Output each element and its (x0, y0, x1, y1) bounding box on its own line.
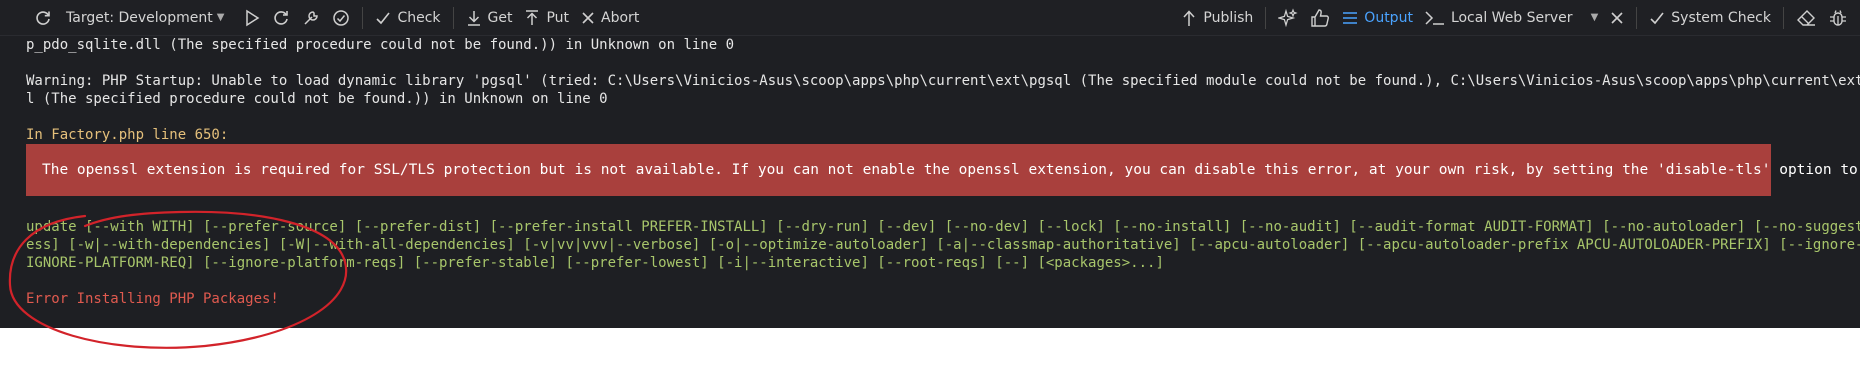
output-label: Output (1364, 9, 1413, 26)
system-check-button[interactable]: System Check (1643, 0, 1777, 36)
feedback-button[interactable] (1304, 0, 1336, 36)
thumbs-up-icon (1310, 8, 1330, 28)
target-dropdown[interactable]: Target: Development ▼ (58, 0, 230, 36)
put-button[interactable]: Put (518, 0, 575, 36)
tools-button[interactable] (296, 0, 326, 36)
terminal-icon (1425, 10, 1445, 26)
bug-icon (1828, 8, 1848, 28)
close-icon (1610, 11, 1624, 25)
run-icon (244, 9, 260, 27)
download-icon (466, 10, 482, 26)
local-web-server-label: Local Web Server (1450, 9, 1573, 26)
upload-icon (524, 9, 540, 26)
usage-line: IGNORE-PLATFORM-REQ] [--ignore-platform-… (26, 255, 1164, 271)
refresh-button[interactable] (0, 0, 58, 36)
toolbar: Target: Development ▼ Check Get Put Abor… (0, 0, 1860, 36)
clear-output-button[interactable] (1790, 0, 1822, 36)
output-line: Warning: PHP Startup: Unable to load dyn… (26, 73, 1860, 89)
check-circle-icon (332, 9, 350, 27)
close-icon (581, 11, 595, 25)
error-banner: The openssl extension is required for SS… (26, 144, 1858, 196)
output-line: l (The specified procedure could not be … (26, 91, 608, 107)
put-label: Put (546, 9, 570, 26)
toolbar-divider (362, 6, 364, 29)
error-message: Error Installing PHP Packages! (26, 291, 279, 307)
eraser-icon (1796, 9, 1816, 27)
error-location-heading: In Factory.php line 650: (26, 127, 229, 143)
output-console[interactable]: p_pdo_sqlite.dll (The specified procedur… (0, 36, 1860, 328)
refresh-icon (34, 9, 52, 27)
check-label: Check (397, 9, 441, 26)
output-line: p_pdo_sqlite.dll (The specified procedur… (26, 37, 735, 53)
debug-button[interactable] (1822, 0, 1860, 36)
get-button[interactable]: Get (460, 0, 519, 36)
upload-icon (1181, 9, 1197, 27)
publish-label: Publish (1203, 9, 1254, 26)
publish-button[interactable]: Publish (1175, 0, 1259, 36)
toolbar-divider (1636, 6, 1638, 29)
check-icon (375, 10, 391, 26)
list-icon (1342, 10, 1358, 26)
check-icon (1649, 10, 1665, 26)
output-button[interactable]: Output (1336, 0, 1419, 36)
chevron-down-icon: ▼ (1590, 12, 1599, 23)
abort-label: Abort (601, 9, 640, 26)
validate-button[interactable] (326, 0, 356, 36)
sparkle-icon (1278, 7, 1298, 28)
target-label: Target: Development (66, 9, 213, 26)
check-button[interactable]: Check (369, 0, 446, 36)
toolbar-divider (452, 6, 454, 29)
run-button[interactable] (230, 0, 266, 36)
reload-icon (272, 9, 290, 27)
close-server-button[interactable] (1604, 0, 1630, 36)
error-banner-text: The openssl extension is required for SS… (42, 162, 1860, 178)
reload-button[interactable] (266, 0, 296, 36)
system-check-label: System Check (1671, 9, 1771, 26)
chevron-down-icon: ▼ (216, 12, 225, 23)
ai-assistant-button[interactable] (1272, 0, 1304, 36)
usage-line: ess] [-w|--with-dependencies] [-W|--with… (26, 237, 1860, 253)
get-label: Get (487, 9, 513, 26)
usage-line: update [--with WITH] [--prefer-source] [… (26, 219, 1860, 235)
local-web-server-dropdown[interactable]: Local Web Server ▼ (1419, 0, 1604, 36)
abort-button[interactable]: Abort (575, 0, 645, 36)
tools-icon (302, 9, 320, 27)
toolbar-divider (1265, 6, 1267, 29)
toolbar-divider (1783, 6, 1784, 29)
